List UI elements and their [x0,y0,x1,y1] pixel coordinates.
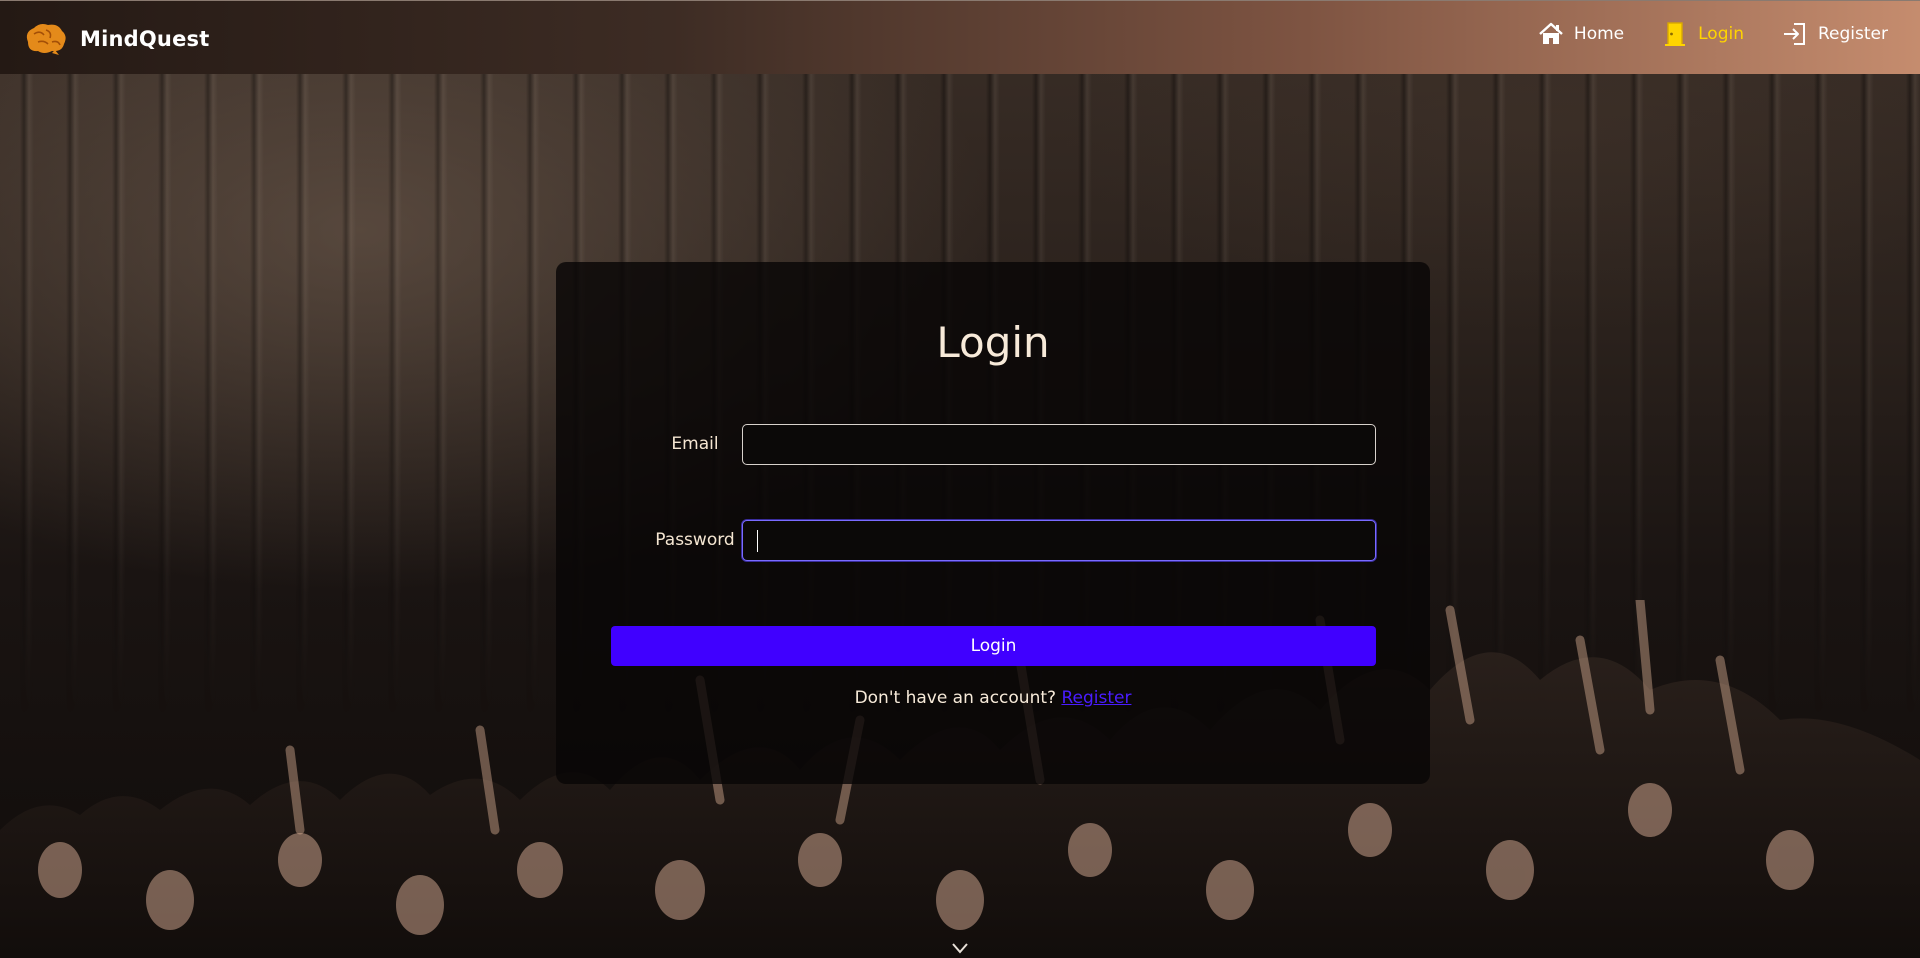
nav-item-register[interactable]: Register [1782,21,1888,47]
nav-menu: Home Login Register [1500,21,1888,47]
door-icon [1665,22,1686,46]
login-card: Login Email Password Login Don't have an… [556,262,1430,784]
email-field[interactable] [742,424,1376,465]
nav-item-home[interactable]: Home [1538,21,1624,47]
nav-item-label: Home [1573,24,1625,44]
nav-item-label: Register [1818,24,1888,44]
navbar: MindQuest Home Login Register [0,0,1920,74]
brand-name: MindQuest [80,27,210,51]
register-prompt-text: Don't have an account? [854,688,1057,708]
home-icon [1539,22,1563,44]
register-prompt: Don't have an account? Register [556,688,1430,708]
brain-icon [26,24,66,55]
login-button[interactable]: Login [611,626,1376,666]
nav-item-login[interactable]: Login [1662,21,1744,47]
password-field[interactable] [742,520,1376,561]
register-link[interactable]: Register [1061,688,1131,708]
login-title: Login [936,318,1050,367]
nav-item-label: Login [1698,24,1744,44]
sign-in-icon [1784,23,1805,45]
page: MindQuest Home Login Register Login Emai… [0,0,1920,958]
brand[interactable]: MindQuest [22,19,209,59]
chevron-down-icon[interactable] [950,940,970,956]
text-cursor [757,530,758,552]
